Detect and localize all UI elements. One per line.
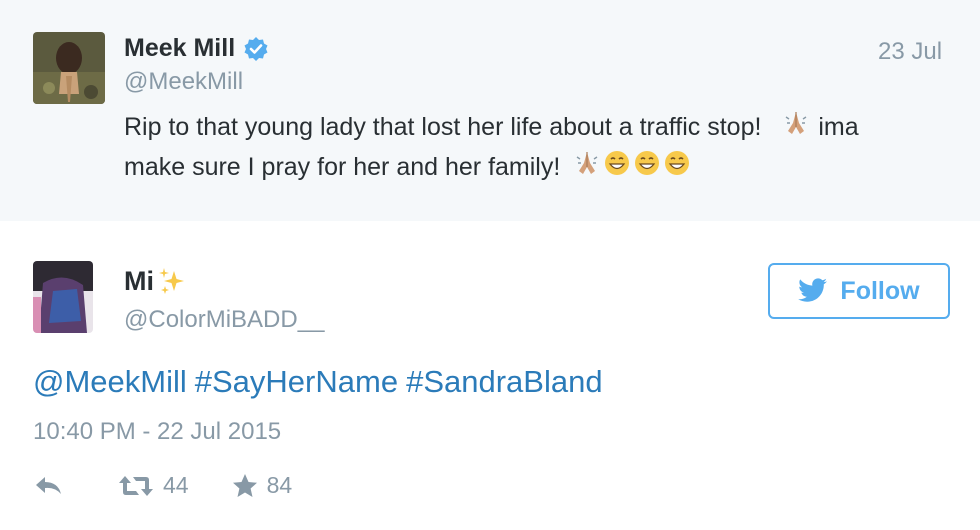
twitter-bird-icon [798,278,840,304]
follow-button[interactable]: Follow [768,263,950,319]
star-icon [231,473,259,499]
tweet-author-name[interactable]: Mi [124,266,154,297]
quoted-tweet-date[interactable]: 23 Jul [878,38,942,66]
mention-link[interactable]: @MeekMill [33,364,187,399]
quoted-tweet-text: Rip to that young lady that lost her lif… [124,108,954,188]
tweet-actions: 44 84 [33,472,292,499]
quoted-text-line2: make sure I pray for her and her family! [124,152,561,181]
tweet-author-handle[interactable]: @ColorMiBADD__ [124,306,324,334]
reply-button[interactable] [33,473,65,499]
folded-hands-emoji-icon [782,109,810,148]
verified-badge-icon [243,36,269,62]
grinning-face-emoji-icon [603,149,631,188]
reply-icon [33,473,65,499]
quoted-text-line1-after: ima [818,113,859,141]
retweet-count: 44 [163,472,189,498]
grinning-face-emoji-icon [663,149,691,188]
meek-mill-avatar[interactable] [33,32,105,104]
tweet-timestamp[interactable]: 10:40 PM - 22 Jul 2015 [33,418,281,446]
quoted-author-name[interactable]: Meek Mill [124,34,235,63]
grinning-face-emoji-icon [633,149,661,188]
follow-button-label: Follow [840,276,920,305]
sparkles-emoji-icon [156,265,188,297]
retweet-button[interactable]: 44 [117,472,189,499]
folded-hands-emoji-icon [573,149,601,188]
hashtag-link[interactable]: #SandraBland [406,364,603,399]
hashtag-link[interactable]: #SayHerName [195,364,398,399]
retweet-icon [117,473,155,499]
quoted-tweet[interactable]: Meek Mill @MeekMill 23 Jul Rip to that y… [0,0,980,221]
tweet-text: @MeekMill #SayHerName #SandraBland [33,364,611,400]
colormibadd-avatar[interactable] [33,261,93,333]
quoted-author-handle[interactable]: @MeekMill [124,68,243,96]
favorite-count: 84 [266,472,293,498]
quoted-text-line1: Rip to that young lady that lost her lif… [124,113,762,141]
favorite-button[interactable]: 84 [231,472,293,499]
